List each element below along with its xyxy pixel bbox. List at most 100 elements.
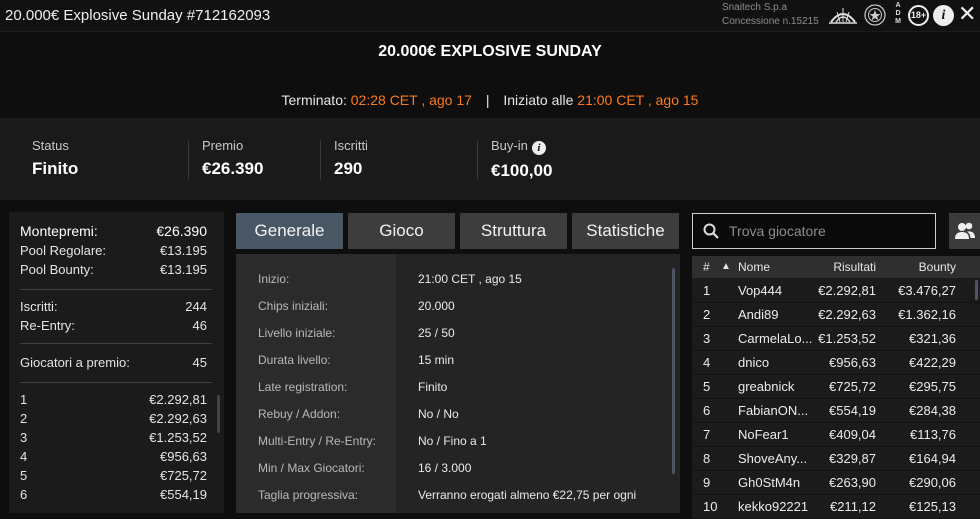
player-name: NoFear1 <box>738 427 789 442</box>
payout-place: 3 <box>20 430 28 445</box>
ended-label: Terminato: <box>281 92 347 108</box>
brand-company: Snaitech S.p.a <box>722 2 788 13</box>
players-button[interactable] <box>949 213 980 249</box>
stat-entries: Iscritti 290 <box>334 138 368 179</box>
title-bar: 20.000€ Explosive Sunday #712162093 Snai… <box>0 0 980 32</box>
buyin-label: Buy-in <box>491 138 528 153</box>
table-row[interactable]: 9 Gh0StM4n €263,90 €290,06 <box>692 471 980 495</box>
stat-buyin: Buy-in i €100,00 <box>491 138 552 181</box>
info-label: Taglia progressiva: <box>258 488 359 502</box>
player-search-input[interactable] <box>729 220 929 242</box>
player-bounty: €164,94 <box>909 451 956 466</box>
divider <box>20 343 212 344</box>
table-row[interactable]: 1 Vop444 €2.292,81 €3.476,27 <box>692 279 980 303</box>
players-scrollbar[interactable] <box>975 280 978 300</box>
generale-scrollbar[interactable] <box>672 268 675 474</box>
player-bounty: €422,29 <box>909 355 956 370</box>
player-name: Gh0StM4n <box>738 475 801 490</box>
table-row[interactable]: 10 kekko92221 €211,12 €125,13 <box>692 495 980 519</box>
player-bounty: €1.362,16 <box>898 307 956 322</box>
entries-label: Iscritti <box>334 138 368 153</box>
giocatori-premio-label: Giocatori a premio: <box>20 355 130 370</box>
info-value: Finito <box>418 380 448 394</box>
player-search-box <box>692 213 936 249</box>
republic-seal-icon <box>864 4 886 26</box>
reentry-row: Re-Entry: 46 <box>20 318 207 333</box>
player-name: kekko92221 <box>738 499 809 514</box>
payout-row: 2 €2.292,63 <box>20 411 207 426</box>
player-results: €1.253,52 <box>818 331 876 346</box>
table-row[interactable]: 2 Andi89 €2.292,63 €1.362,16 <box>692 303 980 327</box>
brand-license: Concessione n.15215 <box>722 16 819 27</box>
table-row[interactable]: 7 NoFear1 €409,04 €113,76 <box>692 423 980 447</box>
info-value: No / Fino a 1 <box>418 434 487 448</box>
pool-regolare-label: Pool Regolare: <box>20 243 106 258</box>
player-bounty: €321,36 <box>909 331 956 346</box>
status-label: Status <box>32 138 69 153</box>
info-label: Multi-Entry / Re-Entry: <box>258 434 377 448</box>
player-name: Andi89 <box>738 307 779 322</box>
player-name: dnico <box>738 355 770 370</box>
sort-ascending-icon[interactable]: ▲ <box>721 261 731 272</box>
info-label: Inizio: <box>258 272 290 286</box>
tab-generale[interactable]: Generale <box>236 213 343 249</box>
generale-panel: Inizio: 21:00 CET , ago 15 Chips inizial… <box>236 254 680 513</box>
status-value: Finito <box>32 159 79 178</box>
stat-divider <box>188 140 189 180</box>
player-bounty: €290,06 <box>909 475 956 490</box>
close-icon[interactable]: ✕ <box>958 2 976 26</box>
payout-row: 5 €725,72 <box>20 468 207 483</box>
payout-amount: €725,72 <box>160 468 207 483</box>
player-rank: 8 <box>703 451 711 466</box>
player-rank: 4 <box>703 355 711 370</box>
info-value: 25 / 50 <box>418 326 455 340</box>
payout-place: 5 <box>20 468 28 483</box>
montepremi-row: Montepremi: €26.390 <box>20 223 207 239</box>
info-icon[interactable]: i <box>933 5 954 26</box>
info-label: Durata livello: <box>258 353 331 367</box>
iscritti-value: 244 <box>185 299 207 314</box>
tab-gioco[interactable]: Gioco <box>348 213 455 249</box>
stat-divider <box>477 140 478 180</box>
table-row[interactable]: 6 FabianON... €554,19 €284,38 <box>692 399 980 423</box>
tab-struttura[interactable]: Struttura <box>460 213 567 249</box>
tab-statistiche[interactable]: Statistiche <box>572 213 679 249</box>
started-label: Iniziato alle <box>503 92 574 108</box>
info-label: Min / Max Giocatori: <box>258 461 365 475</box>
player-rank: 1 <box>703 283 711 298</box>
buyin-info-icon[interactable]: i <box>531 141 546 155</box>
payout-place: 1 <box>20 392 28 407</box>
player-bounty: €125,13 <box>909 499 956 514</box>
entries-value: 290 <box>334 159 363 178</box>
player-bounty: €113,76 <box>909 427 956 442</box>
player-results: €211,12 <box>829 499 876 514</box>
header-results[interactable]: Risultati <box>833 260 876 274</box>
header-rank[interactable]: # <box>703 260 710 274</box>
prize-value: €26.390 <box>202 159 264 178</box>
player-name: FabianON... <box>738 403 809 418</box>
giocatori-premio-value: 45 <box>192 355 207 370</box>
payout-row: 4 €956,63 <box>20 449 207 464</box>
stat-divider <box>320 140 321 180</box>
prize-summary-panel: Montepremi: €26.390 Pool Regolare: €13.195… <box>9 212 224 513</box>
age-18-badge-icon: 18+ <box>908 5 929 26</box>
table-row[interactable]: 3 CarmelaLo... €1.253,52 €321,36 <box>692 327 980 351</box>
header-bounty[interactable]: Bounty <box>919 260 956 274</box>
table-row[interactable]: 5 greabnick €725,72 €295,75 <box>692 375 980 399</box>
started-value: 21:00 CET , ago 15 <box>577 92 699 108</box>
player-rank: 2 <box>703 307 711 322</box>
window-title: 20.000€ Explosive Sunday #712162093 <box>5 7 271 24</box>
stats-bar: Status Finito Premio €26.390 Iscritti 29… <box>0 118 980 200</box>
tournament-name: 20.000€ EXPLOSIVE SUNDAY <box>378 43 602 60</box>
payouts-scrollbar[interactable] <box>217 395 220 433</box>
iscritti-label: Iscritti: <box>20 299 58 314</box>
header-name[interactable]: Nome <box>738 260 770 274</box>
divider <box>20 382 212 383</box>
info-label: Rebuy / Addon: <box>258 407 341 421</box>
players-table-header: # ▲ Nome Risultati Bounty <box>692 256 980 278</box>
payout-row: 6 €554,19 <box>20 487 207 502</box>
divider <box>20 289 212 290</box>
table-row[interactable]: 8 ShoveAny... €329,87 €164,94 <box>692 447 980 471</box>
table-row[interactable]: 4 dnico €956,63 €422,29 <box>692 351 980 375</box>
reentry-label: Re-Entry: <box>20 318 75 333</box>
